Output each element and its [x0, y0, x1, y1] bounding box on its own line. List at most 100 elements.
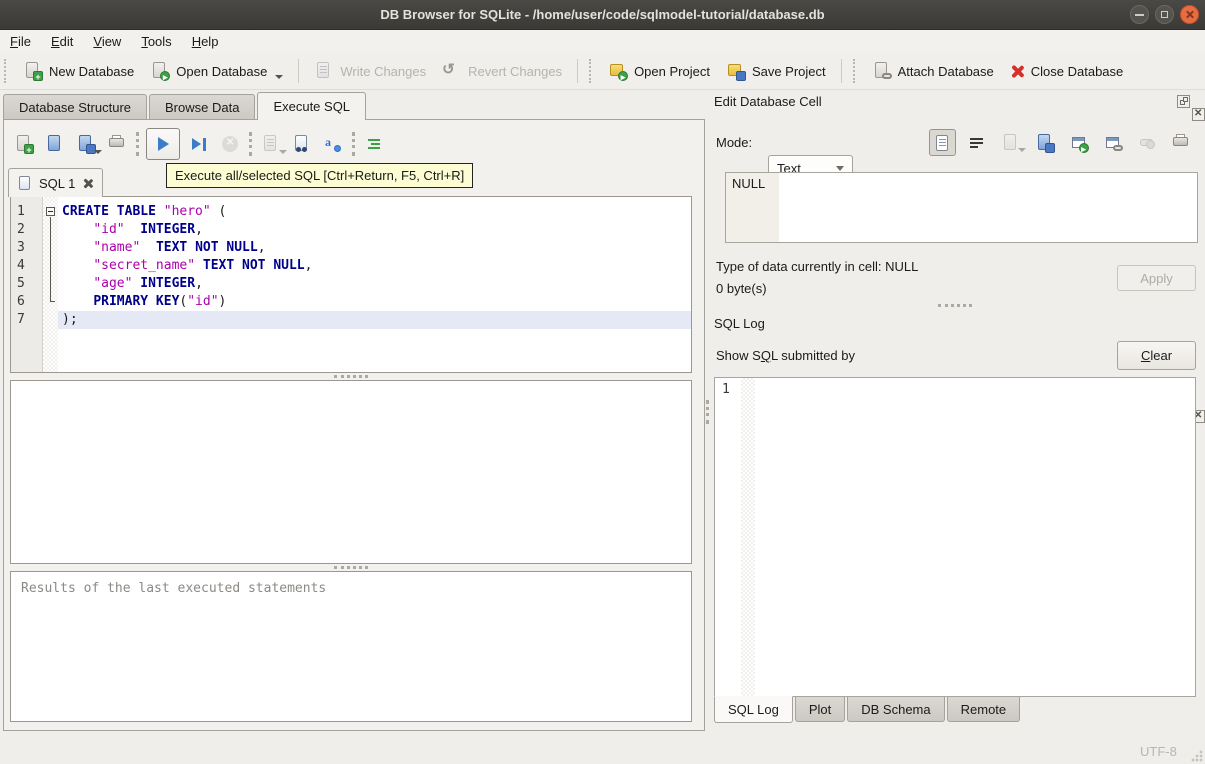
fold-collapse-icon[interactable] — [46, 207, 55, 216]
result-grid[interactable] — [10, 380, 692, 564]
grid-results-splitter[interactable] — [334, 566, 368, 569]
autocomplete-icon: a — [325, 135, 331, 149]
maximize-icon — [1161, 11, 1168, 18]
new-database-button[interactable]: + New Database — [15, 57, 142, 85]
clear-log-button[interactable]: Clear — [1117, 341, 1196, 370]
main-vertical-splitter[interactable] — [706, 400, 709, 424]
open-project-icon: ▸ — [608, 61, 629, 82]
close-tab-icon[interactable] — [82, 178, 93, 189]
menu-tools[interactable]: Tools — [131, 30, 181, 53]
code-line: "name" TEXT NOT NULL, — [93, 240, 266, 255]
menu-edit[interactable]: Edit — [41, 30, 83, 53]
word-wrap-button[interactable] — [963, 129, 990, 156]
set-null-icon — [1140, 139, 1155, 149]
execute-tooltip: Execute all/selected SQL [Ctrl+Return, F… — [166, 163, 474, 188]
copy-link-button[interactable] — [1099, 129, 1126, 156]
new-database-icon: + — [23, 61, 43, 82]
minimize-button[interactable] — [1130, 5, 1149, 24]
sql-document-tab[interactable]: SQL 1 — [8, 168, 104, 197]
close-database-icon — [1010, 64, 1025, 79]
code-line-current: ); — [58, 311, 691, 329]
export-data-button[interactable] — [1031, 129, 1058, 156]
close-database-button[interactable]: Close Database — [1002, 60, 1132, 83]
log-fold-margin — [741, 378, 755, 696]
dock-splitter[interactable] — [938, 304, 972, 307]
maximize-button[interactable] — [1155, 5, 1174, 24]
menu-help[interactable]: Help — [182, 30, 229, 53]
open-sql-file-button[interactable] — [43, 132, 67, 156]
window-title: DB Browser for SQLite - /home/user/code/… — [380, 7, 825, 22]
code-line: PRIMARY KEY("id") — [93, 294, 227, 309]
execute-all-icon — [157, 137, 169, 151]
menu-file[interactable]: File — [0, 30, 41, 53]
cell-edit-area[interactable]: NULL — [725, 172, 1198, 243]
open-database-dropdown-icon[interactable] — [275, 75, 284, 79]
cell-size-info: 0 byte(s) — [716, 281, 767, 296]
apply-button: Apply — [1117, 265, 1196, 291]
save-project-icon — [726, 61, 746, 81]
stop-button — [218, 132, 242, 156]
open-database-button[interactable]: ▸ Open Database — [142, 57, 291, 85]
title-bar: DB Browser for SQLite - /home/user/code/… — [0, 0, 1205, 30]
print-cell-button[interactable] — [1167, 129, 1194, 156]
dock-close-icon[interactable]: ✕ — [1192, 108, 1205, 121]
results-message-pane[interactable]: Results of the last executed statements — [10, 571, 692, 722]
write-changes-icon — [314, 61, 334, 81]
cell-value: NULL — [732, 176, 766, 191]
open-file-icon — [48, 135, 60, 151]
cell-type-info: Type of data currently in cell: NULL — [716, 259, 919, 274]
revert-changes-button: ↺ Revert Changes — [434, 57, 570, 85]
code-line: "age" INTEGER, — [93, 276, 203, 291]
cell-editor-toolbar: ▸ — [929, 129, 1194, 156]
editor-grid-splitter[interactable] — [334, 375, 368, 378]
close-button[interactable] — [1180, 5, 1199, 24]
set-null-button — [1133, 129, 1160, 156]
import-icon — [1003, 133, 1016, 150]
toolbar-drag-handle[interactable] — [4, 59, 12, 83]
code-line: "id" INTEGER, — [93, 222, 203, 237]
menu-view[interactable]: View — [83, 30, 131, 53]
fold-margin — [43, 197, 58, 372]
log-line-number: 1 — [722, 382, 730, 397]
write-changes-button: Write Changes — [306, 57, 434, 85]
mode-label: Mode: — [716, 135, 753, 150]
new-sql-tab-button[interactable]: + — [12, 132, 36, 156]
print-sql-button[interactable] — [105, 132, 129, 156]
dock-tab-db-schema[interactable]: DB Schema — [847, 697, 945, 722]
sql-toolbar: + a — [12, 128, 386, 160]
sql-document-icon — [18, 175, 32, 191]
code-area[interactable]: CREATE TABLE "hero" ( "id" INTEGER, "nam… — [58, 197, 691, 372]
resize-grip[interactable] — [1191, 750, 1203, 762]
code-line: "secret_name" TEXT NOT NULL, — [93, 258, 313, 273]
dock-float-icon[interactable] — [1177, 95, 1190, 108]
open-project-button[interactable]: ▸ Open Project — [600, 57, 718, 85]
tab-browse-data[interactable]: Browse Data — [149, 94, 256, 120]
save-sql-file-button[interactable] — [74, 132, 102, 156]
main-toolbar: + New Database ▸ Open Database Write Cha… — [0, 53, 1205, 90]
attach-database-button[interactable]: Attach Database — [864, 57, 1002, 85]
save-project-button[interactable]: Save Project — [718, 57, 834, 85]
minimize-icon — [1135, 14, 1144, 16]
text-mode-button[interactable] — [929, 129, 956, 156]
execute-line-button[interactable] — [187, 132, 211, 156]
dock-tab-plot[interactable]: Plot — [794, 697, 846, 722]
dock-tab-bar: SQL Log Plot DB Schema Remote — [714, 696, 1022, 723]
edit-cell-dock-title: Edit Database Cell — [714, 94, 822, 109]
sql-log-area[interactable]: 1 — [714, 377, 1196, 697]
execute-all-button[interactable] — [146, 128, 180, 160]
dock-tab-sql-log[interactable]: SQL Log — [714, 696, 793, 723]
tab-execute-sql[interactable]: Execute SQL — [257, 92, 367, 120]
results-placeholder: Results of the last executed statements — [21, 581, 327, 596]
find-replace-button[interactable] — [290, 132, 314, 156]
open-in-external-button[interactable]: ▸ — [1065, 129, 1092, 156]
tab-database-structure[interactable]: Database Structure — [3, 94, 148, 120]
menu-bar: File Edit View Tools Help — [0, 30, 1205, 53]
sql-log-dock-title: SQL Log — [714, 316, 765, 331]
autocomplete-button[interactable]: a — [321, 132, 345, 156]
format-sql-button[interactable] — [362, 132, 386, 156]
sql-log-filter-label: Show SQL submitted by — [716, 348, 855, 363]
code-line: CREATE TABLE "hero" ( — [62, 204, 227, 219]
sql-editor[interactable]: 1 2 3 4 5 6 7 CREATE TABLE "hero" ( "id"… — [10, 196, 692, 373]
attach-database-icon — [872, 61, 892, 81]
dock-tab-remote[interactable]: Remote — [946, 697, 1021, 722]
